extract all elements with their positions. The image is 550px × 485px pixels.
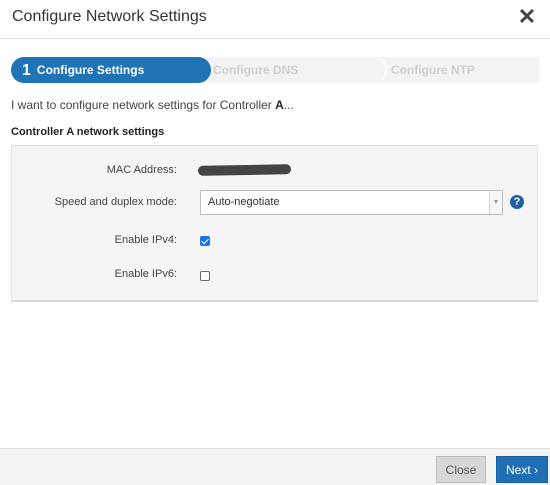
step-label: Configure Settings xyxy=(36,63,145,77)
mac-address-label: MAC Address: xyxy=(106,164,177,176)
speed-duplex-value: Auto-negotiate xyxy=(208,196,280,208)
dialog-header: Configure Network Settings ✕ xyxy=(0,0,550,39)
next-button[interactable]: Next › xyxy=(496,456,548,483)
intro-controller: A xyxy=(275,98,284,112)
intro-suffix: ... xyxy=(283,98,294,112)
step-label: Configure NTP xyxy=(390,63,475,77)
section-title: Controller A network settings xyxy=(11,126,165,138)
dialog-title: Configure Network Settings xyxy=(12,8,207,25)
speed-duplex-label: Speed and duplex mode: xyxy=(54,196,177,208)
enable-ipv6-checkbox[interactable] xyxy=(200,271,210,281)
help-icon[interactable]: ? xyxy=(510,195,524,209)
intro-text: I want to configure network settings for… xyxy=(11,98,294,112)
enable-ipv4-label: Enable IPv4: xyxy=(114,234,177,246)
enable-ipv6-label: Enable IPv6: xyxy=(114,268,177,280)
wizard-steps: 3Configure NTP 2Configure DNS 1 Configure… xyxy=(11,57,539,83)
speed-duplex-select[interactable]: Auto-negotiate ▼ xyxy=(200,190,503,215)
chevron-down-icon[interactable]: ▼ xyxy=(489,191,502,214)
dialog-footer: Close Next › xyxy=(0,448,550,485)
close-button[interactable]: Close xyxy=(436,456,486,483)
wizard-step-configure-dns[interactable]: 2Configure DNS xyxy=(189,57,387,83)
intro-prefix: I want to configure network settings for… xyxy=(11,98,276,112)
enable-ipv4-checkbox[interactable] xyxy=(200,236,210,246)
mac-address-redacted xyxy=(197,164,292,176)
step-label: Configure DNS xyxy=(212,63,299,77)
step-number: 1 xyxy=(22,62,31,79)
close-icon[interactable]: ✕ xyxy=(516,4,538,30)
wizard-step-configure-ntp[interactable]: 3Configure NTP xyxy=(361,57,539,83)
wizard-step-configure-settings[interactable]: 1 Configure Settings xyxy=(11,57,211,83)
